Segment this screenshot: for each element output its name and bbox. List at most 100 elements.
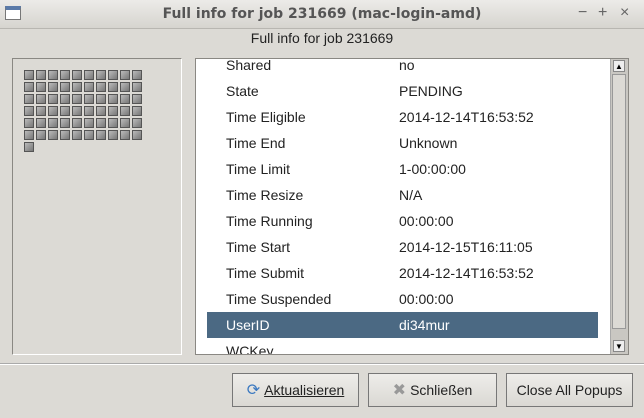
node-cell[interactable] (108, 70, 118, 80)
node-cell[interactable] (36, 82, 46, 92)
node-cell[interactable] (48, 118, 58, 128)
node-cell[interactable] (36, 106, 46, 116)
node-cell[interactable] (84, 94, 94, 104)
list-row[interactable]: WCKey (207, 338, 598, 354)
close-button[interactable]: ✖ Schließen (368, 373, 497, 407)
list-row[interactable]: Time Start 2014-12-15T16:11:05 (207, 234, 598, 260)
list-row[interactable]: UserID di34mur (207, 312, 598, 338)
node-cell[interactable] (36, 118, 46, 128)
node-cell[interactable] (24, 118, 34, 128)
node-cell[interactable] (108, 82, 118, 92)
node-cell[interactable] (96, 94, 106, 104)
list-row[interactable]: Time Resize N/A (207, 182, 598, 208)
node-cell[interactable] (132, 130, 142, 140)
node-cell[interactable] (120, 70, 130, 80)
node-cell[interactable] (72, 94, 82, 104)
node-cell[interactable] (24, 94, 34, 104)
refresh-icon: ⟳ (246, 382, 261, 399)
list-row[interactable]: State PENDING (207, 78, 598, 104)
divider (0, 363, 644, 365)
node-cell[interactable] (84, 82, 94, 92)
node-cell[interactable] (120, 130, 130, 140)
node-cell[interactable] (24, 82, 34, 92)
node-cell[interactable] (60, 94, 70, 104)
node-cell[interactable] (48, 106, 58, 116)
node-cell[interactable] (132, 106, 142, 116)
vertical-scrollbar[interactable]: ▲ ▼ (610, 59, 628, 354)
node-cell[interactable] (60, 130, 70, 140)
list-row[interactable]: Time Submit 2014-12-14T16:53:52 (207, 260, 598, 286)
node-cell[interactable] (96, 82, 106, 92)
node-cell[interactable] (48, 94, 58, 104)
node-cell[interactable] (72, 118, 82, 128)
node-grid (24, 70, 146, 152)
node-cell[interactable] (72, 130, 82, 140)
node-cell[interactable] (60, 118, 70, 128)
node-cell[interactable] (108, 130, 118, 140)
list-row[interactable]: Time Eligible 2014-12-14T16:53:52 (207, 104, 598, 130)
node-cell[interactable] (120, 94, 130, 104)
row-value: 00:00:00 (399, 291, 454, 307)
node-cell[interactable] (48, 130, 58, 140)
node-cell[interactable] (132, 94, 142, 104)
node-cell[interactable] (36, 130, 46, 140)
node-cell[interactable] (120, 118, 130, 128)
close-icon[interactable]: × (620, 4, 629, 22)
list-row[interactable]: Shared no (207, 59, 598, 78)
minimize-icon[interactable]: − (578, 4, 587, 22)
node-cell[interactable] (60, 106, 70, 116)
list-row[interactable]: Time Running 00:00:00 (207, 208, 598, 234)
node-cell[interactable] (96, 106, 106, 116)
node-cell[interactable] (108, 118, 118, 128)
node-cell[interactable] (60, 82, 70, 92)
row-key: Time Start (226, 239, 291, 255)
node-cell[interactable] (96, 118, 106, 128)
node-cell[interactable] (132, 70, 142, 80)
node-cell[interactable] (36, 94, 46, 104)
node-cell[interactable] (36, 70, 46, 80)
row-key: Time Suspended (226, 291, 332, 307)
node-cell[interactable] (72, 106, 82, 116)
node-cell[interactable] (24, 106, 34, 116)
node-cell[interactable] (108, 94, 118, 104)
node-cell[interactable] (132, 82, 142, 92)
row-value: 1-00:00:00 (399, 161, 466, 177)
scrollbar-thumb[interactable] (612, 74, 626, 329)
node-cell[interactable] (24, 130, 34, 140)
node-cell[interactable] (72, 82, 82, 92)
node-cell[interactable] (48, 82, 58, 92)
job-info-list[interactable]: Shared no State PENDING Time Eligible 2014-12… (195, 58, 629, 355)
list-row[interactable]: Time Limit 1-00:00:00 (207, 156, 598, 182)
scroll-down-arrow-icon[interactable]: ▼ (613, 340, 625, 352)
row-key: State (226, 83, 259, 99)
node-cell[interactable] (84, 118, 94, 128)
row-key: Time Eligible (226, 109, 306, 125)
row-value: N/A (399, 187, 423, 203)
row-value: PENDING (399, 83, 463, 99)
list-row[interactable]: Time End Unknown (207, 130, 598, 156)
row-value: 2014-12-15T16:11:05 (399, 239, 533, 255)
title-bar[interactable]: Full info for job 231669 (mac-login-amd)… (0, 0, 644, 29)
node-cell[interactable] (84, 106, 94, 116)
node-cell[interactable] (24, 142, 34, 152)
node-cell[interactable] (132, 118, 142, 128)
node-cell[interactable] (60, 70, 70, 80)
node-cell[interactable] (108, 106, 118, 116)
row-value: Unknown (399, 135, 458, 151)
node-cell[interactable] (96, 130, 106, 140)
node-cell[interactable] (120, 82, 130, 92)
close-all-popups-button[interactable]: Close All Popups (506, 373, 633, 407)
node-cell[interactable] (84, 130, 94, 140)
node-cell[interactable] (120, 106, 130, 116)
scroll-up-arrow-icon[interactable]: ▲ (613, 60, 625, 72)
close-x-icon: ✖ (392, 382, 407, 399)
node-cell[interactable] (72, 70, 82, 80)
refresh-button[interactable]: ⟳ Aktualisieren (232, 373, 359, 407)
maximize-icon[interactable]: + (598, 4, 607, 22)
row-key: Time End (226, 135, 286, 151)
node-cell[interactable] (96, 70, 106, 80)
list-row[interactable]: Time Suspended 00:00:00 (207, 286, 598, 312)
node-cell[interactable] (48, 70, 58, 80)
node-cell[interactable] (24, 70, 34, 80)
node-cell[interactable] (84, 70, 94, 80)
